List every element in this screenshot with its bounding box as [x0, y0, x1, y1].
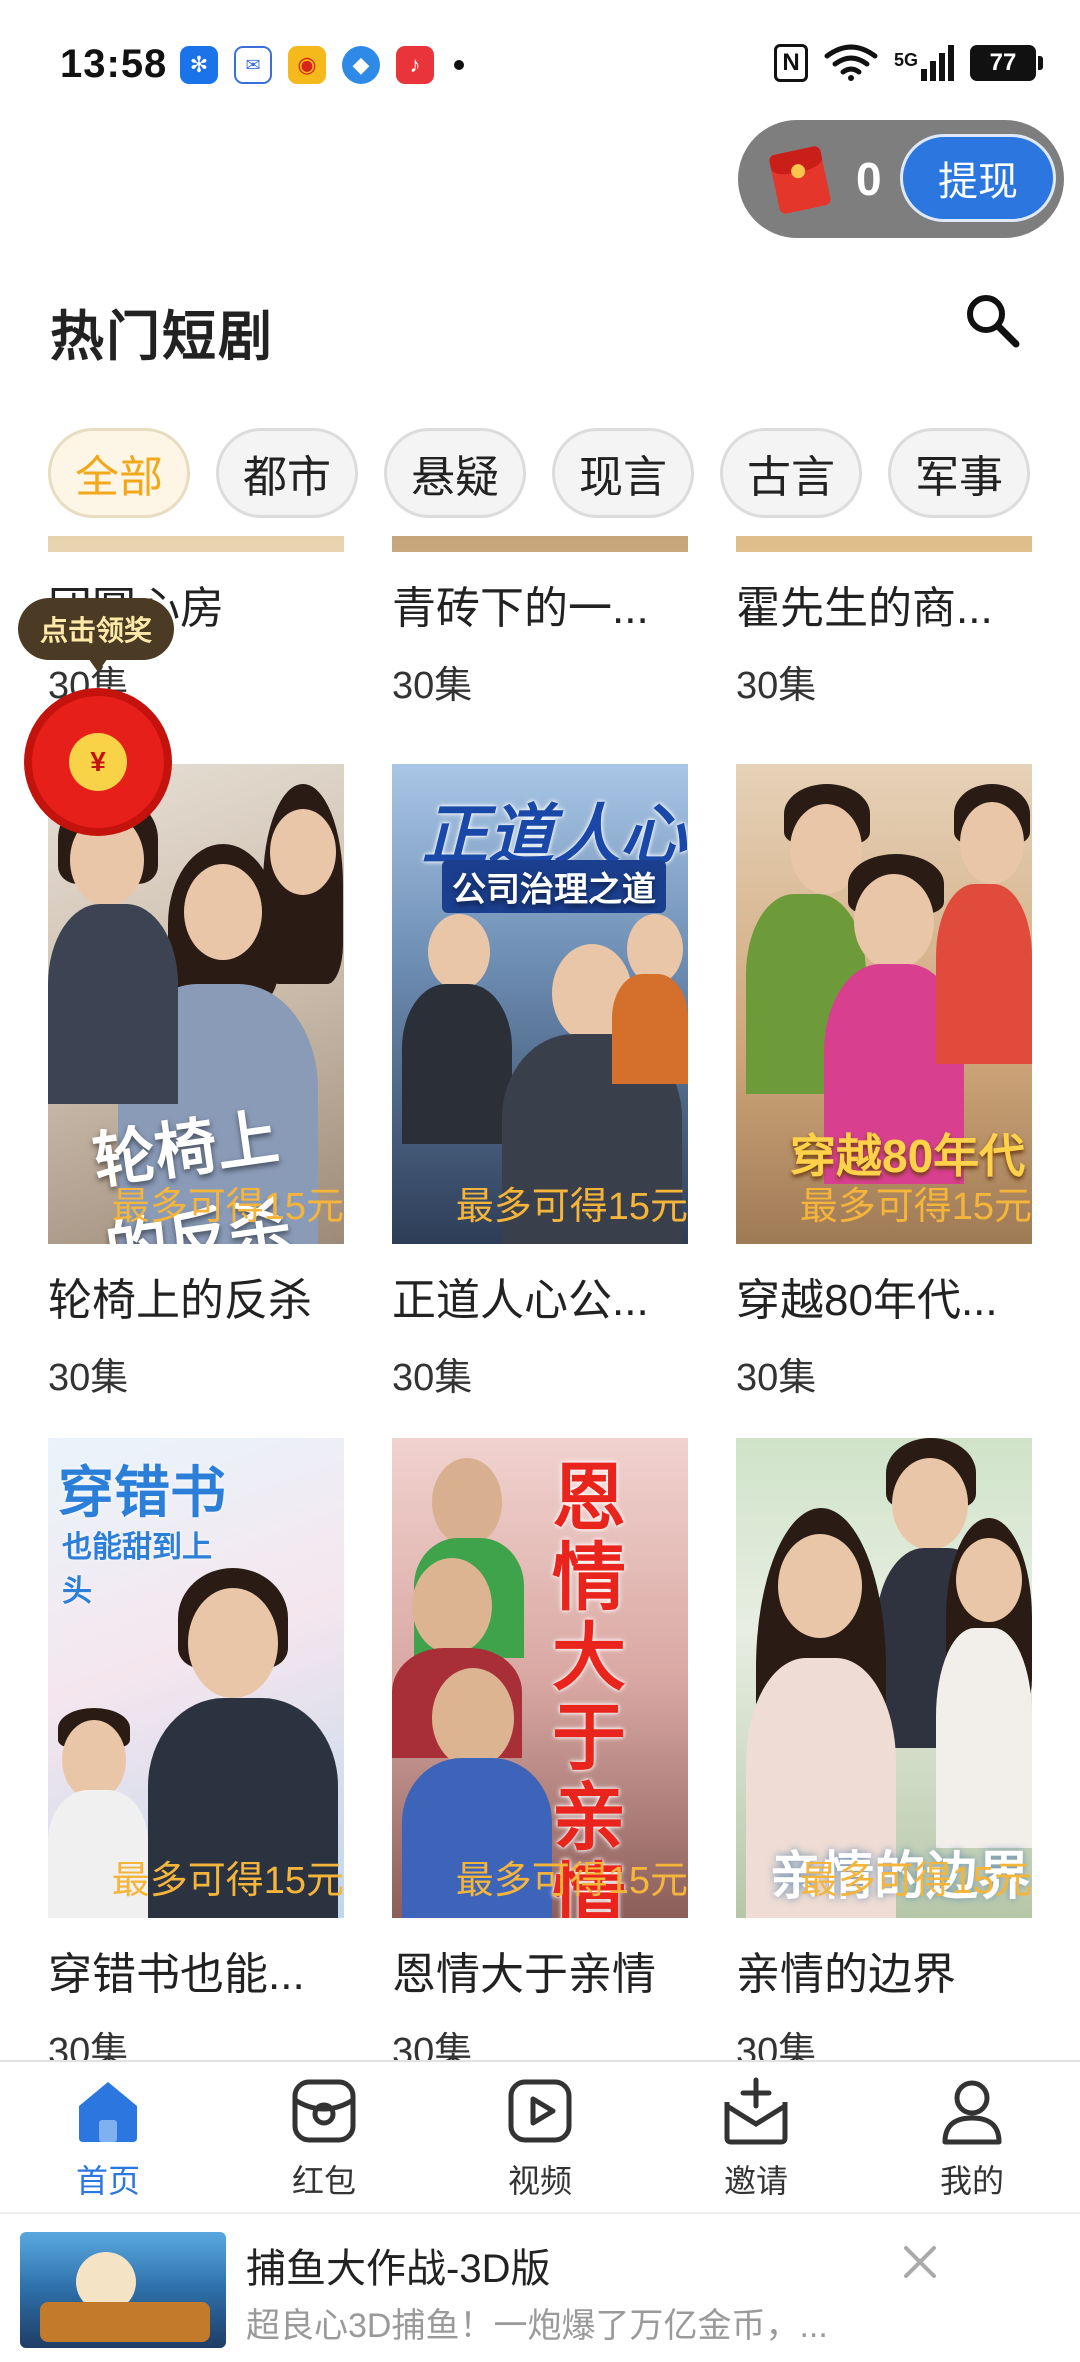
message-app-icon: ✉ [234, 46, 272, 84]
drama-episodes: 30集 [736, 1357, 817, 1399]
profile-icon [942, 2080, 1002, 2145]
red-packet-icon [292, 2079, 356, 2143]
drama-card[interactable]: 最多可得15元 青砖下的一... 30集 [392, 536, 690, 709]
signal-icon: 5G [894, 45, 954, 81]
page: 13:58 ✻ ✉ ◉ ◆ ♪ N 5G 77 0 提现 热门短剧 全部 都市 … [0, 0, 1080, 2362]
poster-subtitle: 公司治理之道 [442, 860, 666, 913]
wallet-pill[interactable]: 0 提现 [738, 120, 1064, 238]
drama-poster[interactable]: 穿错书 也能甜到上头 最多可得15元 [48, 1438, 344, 1918]
drama-title[interactable]: 穿越80年代... [736, 1264, 1034, 1328]
status-bar: 13:58 ✻ ✉ ◉ ◆ ♪ N 5G 77 [0, 0, 1080, 130]
status-right: N 5G 77 [773, 44, 1043, 82]
drama-poster[interactable]: 最多可得15元 [736, 536, 1032, 552]
reward-caption: 最多可得15元 [455, 1186, 688, 1228]
notification-icons: ✻ ✉ ◉ ◆ ♪ [180, 46, 464, 84]
category-chip-urban[interactable]: 都市 [216, 428, 358, 518]
nav-label: 视频 [507, 2163, 572, 2199]
nav-item-profile[interactable]: 我的 [864, 2062, 1080, 2210]
wifi-icon [824, 44, 878, 81]
reward-caption: 最多可得15元 [111, 1860, 344, 1902]
reward-caption: 最多可得15元 [799, 1186, 1032, 1228]
drama-poster[interactable]: 正道人心 公司治理之道 最多可得15元 [392, 764, 688, 1244]
nav-item-video[interactable]: 视频 [432, 2062, 648, 2210]
drama-poster[interactable]: 最多可得15元 [392, 536, 688, 552]
drama-card[interactable]: 穿越80年代 最多可得15元 穿越80年代... 30集 [736, 764, 1034, 1401]
nav-label: 首页 [75, 2163, 140, 2199]
drama-title[interactable]: 穿错书也能... [48, 1938, 346, 2002]
drama-title[interactable]: 正道人心公... [392, 1264, 690, 1328]
ad-thumbnail[interactable] [20, 2232, 226, 2348]
poster-title: 穿错书 [58, 1461, 226, 1524]
category-chip-suspense[interactable]: 悬疑 [384, 428, 526, 518]
invite-icon [724, 2077, 788, 2145]
reward-caption: 最多可得15元 [799, 1860, 1032, 1902]
ad-banner[interactable]: 捕鱼大作战-3D版 超良心3D捕鱼！一炮爆了万亿金币，... [0, 2212, 1080, 2362]
reward-caption: 最多可得15元 [455, 1860, 688, 1902]
nav-item-home[interactable]: 首页 [0, 2062, 216, 2210]
red-packet-coin-icon[interactable]: ¥ [24, 688, 172, 836]
drama-card[interactable]: 正道人心 公司治理之道 最多可得15元 正道人心公... 30集 [392, 764, 690, 1401]
reward-label[interactable]: 点击领奖 [18, 598, 174, 672]
reward-caption: 最多可得15元 [392, 536, 688, 538]
reward-caption: 最多可得15元 [111, 1186, 344, 1228]
category-chip-ancient-romance[interactable]: 古言 [720, 428, 862, 518]
drama-card[interactable]: 恩情大于亲情 最多可得15元 恩情大于亲情 30集 [392, 1438, 690, 2060]
reward-caption: 最多可得15元 [736, 536, 1032, 538]
ad-title[interactable]: 捕鱼大作战-3D版 [246, 2236, 550, 2294]
bottom-nav: 首页 红包 视频 邀请 我的 [0, 2060, 1080, 2210]
drama-episodes: 30集 [48, 1357, 129, 1399]
music-app-icon: ♪ [396, 46, 434, 84]
drama-episodes: 30集 [392, 665, 473, 707]
yuan-symbol: ¥ [69, 733, 127, 791]
more-notifications-icon [454, 60, 464, 70]
drama-episodes: 30集 [736, 665, 817, 707]
withdraw-button[interactable]: 提现 [900, 134, 1056, 222]
nav-item-invite[interactable]: 邀请 [648, 2062, 864, 2210]
page-title: 热门短剧 [50, 307, 274, 367]
drama-card[interactable]: 穿错书 也能甜到上头 最多可得15元 穿错书也能... 30集 [48, 1438, 346, 2060]
red-envelope-icon [768, 145, 832, 215]
drama-episodes: 30集 [392, 1357, 473, 1399]
drama-title[interactable]: 青砖下的一... [392, 572, 690, 636]
category-bar: 全部 都市 悬疑 现言 古言 军事 [48, 428, 1030, 518]
drama-poster[interactable]: 最多可得15元 [48, 536, 344, 552]
drama-card[interactable]: 轮椅上的反杀 最多可得15元 轮椅上的反杀 30集 [48, 764, 346, 1401]
drama-title[interactable]: 轮椅上的反杀 [48, 1264, 346, 1328]
drama-title[interactable]: 恩情大于亲情 [392, 1938, 690, 2002]
drama-card[interactable]: 最多可得15元 霍先生的商... 30集 [736, 536, 1034, 709]
drama-poster[interactable]: 穿越80年代 最多可得15元 [736, 764, 1032, 1244]
coin-balance: 0 [856, 153, 882, 205]
drama-episodes: 30集 [392, 2031, 473, 2060]
drama-poster[interactable]: 恩情大于亲情 最多可得15元 [392, 1438, 688, 1918]
drama-episodes: 30集 [736, 2031, 817, 2060]
category-chip-military[interactable]: 军事 [888, 428, 1030, 518]
drama-title[interactable]: 亲情的边界 [736, 1938, 1034, 2002]
drama-poster[interactable]: 亲情的边界 最多可得15元 [736, 1438, 1032, 1918]
battery-indicator: 77 [970, 45, 1043, 81]
category-chip-all[interactable]: 全部 [48, 428, 190, 518]
floating-reward[interactable]: 点击领奖 ¥ [18, 598, 178, 838]
feather-app-icon: ◆ [342, 46, 380, 84]
search-icon[interactable] [962, 290, 1022, 350]
drama-episodes: 30集 [48, 2031, 129, 2060]
weibo-app-icon: ◉ [288, 46, 326, 84]
reward-caption: 最多可得15元 [48, 536, 344, 538]
nav-label: 我的 [939, 2163, 1004, 2199]
pinwheel-app-icon: ✻ [180, 46, 218, 84]
drama-card[interactable]: 亲情的边界 最多可得15元 亲情的边界 30集 [736, 1438, 1034, 2060]
category-chip-modern-romance[interactable]: 现言 [552, 428, 694, 518]
close-icon[interactable] [900, 2242, 940, 2282]
status-time: 13:58 [60, 42, 168, 86]
home-icon [79, 2082, 137, 2142]
nav-label: 红包 [291, 2163, 356, 2199]
ad-description: 超良心3D捕鱼！一炮爆了万亿金币，... [246, 2307, 828, 2345]
network-type: 5G [893, 50, 918, 70]
nav-item-red-packet[interactable]: 红包 [216, 2062, 432, 2210]
drama-title[interactable]: 霍先生的商... [736, 572, 1034, 636]
nav-label: 邀请 [723, 2163, 788, 2199]
nfc-icon: N [773, 44, 808, 82]
video-icon [508, 2079, 572, 2143]
